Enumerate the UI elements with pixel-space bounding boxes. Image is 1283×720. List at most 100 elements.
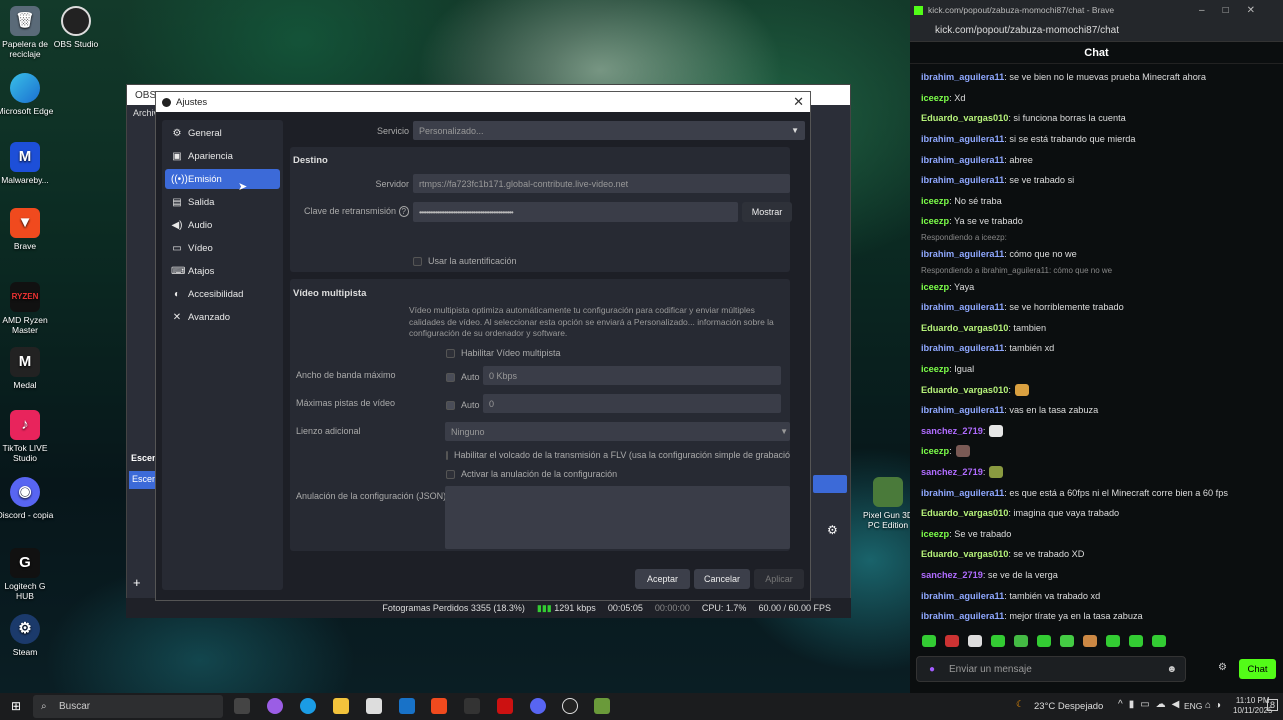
chat-username[interactable]: ibrahim_aguilera11 <box>921 343 1004 353</box>
copilot-icon[interactable] <box>267 698 283 714</box>
chat-username[interactable]: ibrahim_aguilera11 <box>921 302 1004 312</box>
file-explorer-icon[interactable] <box>333 698 349 714</box>
desktop-icon-edge[interactable]: Microsoft Edge <box>0 73 55 116</box>
emote-icon[interactable] <box>968 635 982 647</box>
desktop-icon-medal[interactable]: M Medal <box>0 347 55 390</box>
chat-username[interactable]: Eduardo_vargas010 <box>921 113 1008 123</box>
sidebar-item-apariencia[interactable]: ▣ Apariencia <box>165 146 280 166</box>
chat-username[interactable]: iceezp <box>921 446 949 456</box>
aplicar-button[interactable]: Aplicar <box>754 569 804 589</box>
chat-username[interactable]: iceezp <box>921 216 949 226</box>
close-icon[interactable]: ✕ <box>793 94 804 110</box>
desktop-icon-discord[interactable]: ◉ Discord - copia <box>0 477 55 520</box>
weather-text[interactable]: 23°C Despejado <box>1034 701 1103 712</box>
sidebar-item-audio[interactable]: ◀) Audio <box>165 215 280 235</box>
chat-username[interactable]: ibrahim_aguilera11 <box>921 134 1004 144</box>
tray-icons-2[interactable]: ⌂◑ <box>1205 700 1225 711</box>
emote-icon[interactable] <box>1060 635 1074 647</box>
task-view-icon[interactable] <box>234 698 250 714</box>
desktop-icon-steam[interactable]: ⚙ Steam <box>0 614 55 657</box>
tray-icons[interactable]: ^▮▭☁◀ <box>1118 699 1185 710</box>
chat-username[interactable]: ibrahim_aguilera11 <box>921 591 1004 601</box>
emote-icon[interactable] <box>1037 635 1051 647</box>
brave-icon[interactable] <box>431 698 447 714</box>
ancho-auto-checkbox[interactable]: Auto <box>446 372 480 382</box>
pen-icon[interactable] <box>464 698 480 714</box>
chat-username[interactable]: sanchez_2719 <box>921 570 983 580</box>
auth-checkbox[interactable]: Usar la autentificación <box>413 256 517 266</box>
pistas-input[interactable]: 0 <box>483 394 781 413</box>
aceptar-button[interactable]: Aceptar <box>635 569 690 589</box>
pistas-auto-checkbox[interactable]: Auto <box>446 400 480 410</box>
discord-icon[interactable] <box>530 698 546 714</box>
emote-icon[interactable] <box>1083 635 1097 647</box>
anulacion-json-textarea[interactable] <box>445 486 790 549</box>
sidebar-item-video[interactable]: ▭ Vídeo <box>165 238 280 258</box>
chat-username[interactable]: ibrahim_aguilera11 <box>921 175 1004 185</box>
sidebar-item-atajos[interactable]: ⌨ Atajos <box>165 261 280 281</box>
cancelar-button[interactable]: Cancelar <box>694 569 750 589</box>
gear-icon[interactable]: ⚙ <box>1218 662 1227 673</box>
chat-username[interactable]: sanchez_2719 <box>921 426 983 436</box>
emote-icon[interactable] <box>945 635 959 647</box>
chat-username[interactable]: iceezp <box>921 282 949 292</box>
chat-username[interactable]: iceezp <box>921 529 949 539</box>
chat-username[interactable]: Eduardo_vargas010 <box>921 385 1008 395</box>
scene-item[interactable]: Escen <box>129 471 157 489</box>
emote-icon[interactable] <box>991 635 1005 647</box>
emote-icon[interactable] <box>1014 635 1028 647</box>
lienzo-select[interactable]: Ninguno ▼ <box>445 422 790 441</box>
chat-username[interactable]: Eduardo_vargas010 <box>921 323 1008 333</box>
desktop-icon-tiktok[interactable]: ♪ TikTok LIVE Studio <box>0 410 55 463</box>
clave-input[interactable]: ••••••••••••••••••••••••••••••••••••••••… <box>413 202 738 222</box>
chat-username[interactable]: Eduardo_vargas010 <box>921 549 1008 559</box>
pixelgun-icon[interactable] <box>594 698 610 714</box>
chat-input[interactable]: ● Enviar un mensaje ☻ <box>916 656 1186 682</box>
habilitar-multipista-checkbox[interactable]: Habilitar Vídeo multipista <box>446 348 561 358</box>
desktop-icon-obs[interactable]: OBS Studio <box>46 6 106 49</box>
emote-icon[interactable] <box>1129 635 1143 647</box>
chat-username[interactable]: ibrahim_aguilera11 <box>921 249 1004 259</box>
chat-username[interactable]: ibrahim_aguilera11 <box>921 405 1004 415</box>
ancho-input[interactable]: 0 Kbps <box>483 366 781 385</box>
url-bar[interactable]: kick.com/popout/zabuza-momochi87/chat <box>910 20 1283 42</box>
volcado-checkbox[interactable]: Habilitar el volcado de la transmisión a… <box>446 450 790 460</box>
notification-badge[interactable]: 8 <box>1267 699 1279 711</box>
obs-blue-button[interactable] <box>813 475 847 493</box>
emote-icon[interactable] <box>1106 635 1120 647</box>
servicio-select[interactable]: Personalizado... ▼ <box>413 121 805 140</box>
desktop-icon-pixelgun[interactable]: Pixel Gun 3D PC Edition <box>858 477 918 530</box>
sidebar-item-accesibilidad[interactable]: ◐ Accesibilidad <box>165 284 280 304</box>
chat-username[interactable]: iceezp <box>921 364 949 374</box>
sidebar-item-salida[interactable]: ▤ Salida <box>165 192 280 212</box>
emote-icon[interactable] <box>1152 635 1166 647</box>
windows-start-icon[interactable]: ⊞ <box>11 699 21 713</box>
send-chat-button[interactable]: Chat <box>1239 659 1276 679</box>
chat-username[interactable]: ibrahim_aguilera11 <box>921 155 1004 165</box>
emote-icon[interactable] <box>922 635 936 647</box>
chat-username[interactable]: ibrahim_aguilera11 <box>921 72 1004 82</box>
chat-username[interactable]: sanchez_2719 <box>921 467 983 477</box>
edge-icon[interactable] <box>300 698 316 714</box>
desktop-icon-malwarebytes[interactable]: M Malwareby... <box>0 142 55 185</box>
chat-username[interactable]: iceezp <box>921 93 949 103</box>
gear-icon[interactable]: ⚙ <box>827 523 838 537</box>
add-scene-icon[interactable]: + <box>133 575 141 590</box>
sidebar-item-emision[interactable]: ((•)) Emisión <box>165 169 280 189</box>
chat-username[interactable]: ibrahim_aguilera11 <box>921 488 1004 498</box>
taskbar-search[interactable]: ⌕ Buscar <box>33 695 223 718</box>
desktop-icon-logitech[interactable]: G Logitech G HUB <box>0 548 55 601</box>
chat-username[interactable]: iceezp <box>921 196 949 206</box>
obs-icon[interactable] <box>562 698 578 714</box>
desktop-icon-ryzen[interactable]: RYZEN AMD Ryzen Master <box>0 282 55 335</box>
mostrar-button[interactable]: Mostrar <box>742 202 792 222</box>
outlook-icon[interactable] <box>399 698 415 714</box>
netflix-icon[interactable] <box>497 698 513 714</box>
desktop-icon-brave[interactable]: ▼ Brave <box>0 208 55 251</box>
sidebar-item-avanzado[interactable]: ✕ Avanzado <box>165 307 280 327</box>
servidor-input[interactable]: rtmps://fa723fc1b171.global-contribute.l… <box>413 174 790 193</box>
sidebar-item-general[interactable]: ⚙ General <box>165 123 280 143</box>
chat-username[interactable]: ibrahim_aguilera11 <box>921 611 1004 621</box>
language-indicator[interactable]: ENG <box>1184 701 1202 711</box>
window-controls[interactable]: –□✕ <box>1199 5 1273 16</box>
